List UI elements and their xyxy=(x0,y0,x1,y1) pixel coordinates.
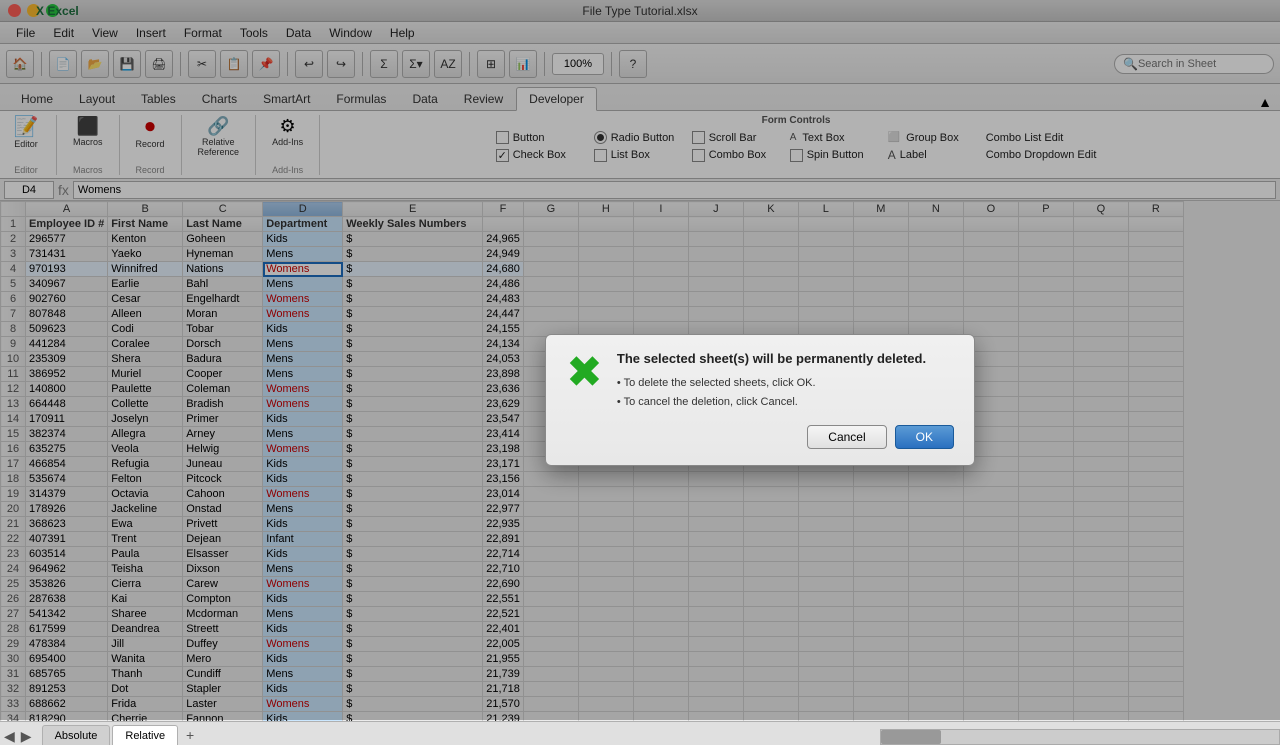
horizontal-scrollbar[interactable] xyxy=(880,729,1280,745)
modal-dialog: ✖ The selected sheet(s) will be permanen… xyxy=(545,334,975,466)
sheet-nav-left[interactable]: ◀ xyxy=(4,728,15,745)
modal-overlay: ✖ The selected sheet(s) will be permanen… xyxy=(0,0,1280,720)
sheet-tabs: ◀ ▶ Absolute Relative + xyxy=(0,721,1280,745)
sheet-tab-relative[interactable]: Relative xyxy=(112,725,178,745)
modal-cancel-button[interactable]: Cancel xyxy=(807,425,886,449)
modal-buttons: Cancel OK xyxy=(566,425,954,449)
modal-icon: ✖ xyxy=(566,351,603,395)
modal-text: The selected sheet(s) will be permanentl… xyxy=(617,351,954,411)
sheet-nav-right[interactable]: ▶ xyxy=(21,728,32,745)
modal-ok-button[interactable]: OK xyxy=(895,425,954,449)
add-sheet-button[interactable]: + xyxy=(180,725,200,745)
modal-bullets: • To delete the selected sheets, click O… xyxy=(617,374,954,411)
scrollbar-thumb[interactable] xyxy=(881,730,941,744)
modal-inner: ✖ The selected sheet(s) will be permanen… xyxy=(566,351,954,411)
modal-bullet-1: • To delete the selected sheets, click O… xyxy=(617,374,954,393)
modal-bullet-2: • To cancel the deletion, click Cancel. xyxy=(617,393,954,412)
sheet-tab-absolute[interactable]: Absolute xyxy=(42,725,111,745)
modal-title: The selected sheet(s) will be permanentl… xyxy=(617,351,954,366)
